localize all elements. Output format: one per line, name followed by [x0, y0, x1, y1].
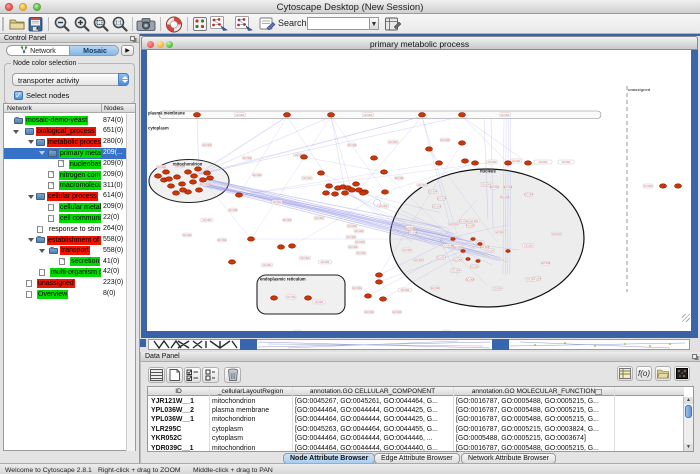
svg-text:GO:004: GO:004: [644, 185, 653, 188]
svg-text:GO:004: GO:004: [218, 239, 227, 242]
svg-text:GO:004: GO:004: [315, 217, 324, 220]
svg-text:GO:004: GO:004: [349, 246, 358, 249]
svg-text:GO:004: GO:004: [236, 114, 245, 117]
svg-text:cytoplasm: cytoplasm: [148, 126, 169, 131]
svg-text:GO:004: GO:004: [488, 161, 497, 164]
svg-text:GO:004: GO:004: [348, 144, 357, 147]
svg-text:GO:004: GO:004: [263, 264, 272, 267]
svg-text:GO:004: GO:004: [454, 246, 463, 249]
svg-text:GO:004: GO:004: [481, 184, 490, 187]
svg-text:GO:004: GO:004: [539, 161, 548, 164]
svg-text:GO:004: GO:004: [441, 139, 450, 142]
svg-text:GO:004: GO:004: [501, 114, 510, 117]
svg-text:nucleus: nucleus: [480, 169, 496, 174]
svg-text:GO:004: GO:004: [552, 233, 561, 236]
svg-text:GO:004: GO:004: [466, 225, 475, 228]
svg-text:GO:004: GO:004: [229, 209, 238, 212]
svg-text:GO:004: GO:004: [443, 245, 452, 248]
svg-text:GO:004: GO:004: [355, 230, 364, 233]
svg-text:GO:004: GO:004: [524, 194, 533, 197]
svg-text:GO:004: GO:004: [454, 258, 463, 261]
svg-text:GO:004: GO:004: [303, 177, 312, 180]
svg-text:plasma membrane: plasma membrane: [148, 111, 185, 116]
svg-text:GO:004: GO:004: [201, 183, 210, 186]
svg-text:GO:004: GO:004: [301, 257, 310, 260]
svg-text:GO:004: GO:004: [321, 261, 330, 264]
svg-text:GO:004: GO:004: [526, 279, 535, 282]
svg-text:GO:004: GO:004: [203, 144, 212, 147]
svg-text:GO:004: GO:004: [389, 141, 398, 144]
svg-text:GO:004: GO:004: [347, 236, 356, 239]
svg-text:GO:004: GO:004: [449, 223, 458, 226]
svg-text:GO:004: GO:004: [524, 244, 533, 247]
svg-text:GO:004: GO:004: [437, 198, 446, 201]
svg-text:GO:004: GO:004: [459, 221, 468, 224]
svg-text:GO:004: GO:004: [562, 161, 571, 164]
svg-text:GO:004: GO:004: [365, 311, 374, 314]
svg-text:GO:004: GO:004: [504, 186, 513, 189]
svg-text:GO:004: GO:004: [203, 219, 212, 222]
svg-text:GO:004: GO:004: [157, 166, 166, 169]
svg-text:GO:004: GO:004: [470, 265, 479, 268]
svg-text:GO:004: GO:004: [437, 257, 446, 260]
svg-text:GO:004: GO:004: [432, 205, 441, 208]
svg-text:GO:004: GO:004: [405, 227, 414, 230]
svg-text:endoplasmic reticulum: endoplasmic reticulum: [260, 277, 306, 282]
svg-text:GO:004: GO:004: [395, 177, 404, 180]
svg-text:GO:004: GO:004: [357, 252, 366, 255]
svg-text:unassigned: unassigned: [628, 87, 651, 92]
svg-text:GO:004: GO:004: [490, 186, 499, 189]
svg-text:GO:004: GO:004: [500, 196, 509, 199]
svg-text:GO:004: GO:004: [353, 287, 362, 290]
svg-text:GO:004: GO:004: [393, 311, 402, 314]
svg-text:GO:004: GO:004: [512, 160, 521, 163]
svg-text:GO:004: GO:004: [283, 219, 292, 222]
svg-text:GO:004: GO:004: [379, 205, 388, 208]
svg-text:GO:004: GO:004: [469, 220, 478, 223]
svg-text:1:1: 1:1: [115, 21, 122, 27]
svg-text:f(o): f(o): [638, 369, 650, 378]
svg-text:GO:004: GO:004: [273, 201, 282, 204]
svg-text:GO:004: GO:004: [495, 231, 504, 234]
svg-text:GO:004: GO:004: [348, 225, 357, 228]
svg-text:GO:004: GO:004: [315, 301, 324, 304]
svg-text:GO:004: GO:004: [493, 288, 502, 291]
svg-text:GO:004: GO:004: [183, 234, 192, 237]
svg-text:GO:004: GO:004: [408, 232, 417, 235]
svg-text:mitochondrion: mitochondrion: [173, 162, 203, 167]
svg-text:GO:004: GO:004: [431, 287, 440, 290]
svg-text:GO:004: GO:004: [485, 249, 494, 252]
svg-text:GO:004: GO:004: [428, 191, 437, 194]
svg-text:GO:004: GO:004: [451, 270, 460, 273]
svg-text:GO:004: GO:004: [414, 259, 423, 262]
svg-text:GO:004: GO:004: [418, 184, 427, 187]
svg-text:GO:004: GO:004: [401, 289, 410, 292]
svg-text:GO:004: GO:004: [287, 296, 296, 299]
svg-text:GO:004: GO:004: [541, 262, 550, 265]
svg-text:GO:004: GO:004: [364, 114, 373, 117]
svg-text:GO:004: GO:004: [403, 249, 412, 252]
svg-text:GO:004: GO:004: [466, 278, 475, 281]
svg-text:GO:004: GO:004: [356, 241, 365, 244]
svg-text:GO:004: GO:004: [243, 157, 252, 160]
svg-text:GO:004: GO:004: [253, 174, 262, 177]
